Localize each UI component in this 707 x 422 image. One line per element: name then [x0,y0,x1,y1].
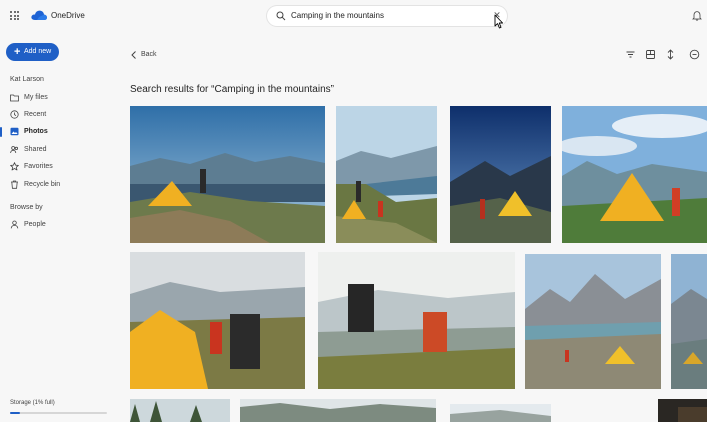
photo-tile[interactable] [240,399,436,422]
sidebar-item-label: Recent [24,111,47,118]
sidebar-item-recycle-bin[interactable]: Recycle bin [0,177,120,193]
search-box[interactable]: Camping in the mountains ✕ [267,6,507,26]
filter-icon[interactable] [625,49,636,60]
add-new-button[interactable]: + Add new [6,43,59,61]
sidebar-item-people[interactable]: People [0,217,120,233]
photo-tile[interactable] [336,106,437,243]
clock-icon [10,110,19,119]
sort-icon[interactable] [665,49,676,60]
sidebar-item-label: My files [24,94,48,101]
chevron-left-icon [131,51,136,59]
photo-tile[interactable] [658,399,707,422]
photo-tile[interactable] [525,254,661,389]
active-indicator [0,127,2,137]
sidebar-item-recent[interactable]: Recent [0,107,120,123]
onedrive-cloud-icon [31,10,47,20]
sidebar-item-label: Photos [24,128,48,135]
top-bar: OneDrive Camping in the mountains ✕ [0,0,707,32]
sidebar: + Add new Kat Larson My files Recent Pho… [0,32,120,422]
sidebar-item-label: Shared [24,146,47,153]
sidebar-item-label: Favorites [24,163,53,170]
photo-tile[interactable] [450,106,551,243]
more-icon[interactable] [689,49,700,60]
people-icon [10,146,18,154]
browse-by-heading: Browse by [10,204,43,211]
storage-label[interactable]: Storage (1% full) [10,400,55,406]
photo-tile[interactable] [130,252,305,389]
view-icon[interactable] [645,49,656,60]
bell-icon[interactable] [692,10,702,21]
trash-icon [11,180,18,189]
storage-bar [10,412,107,414]
back-label: Back [141,51,157,58]
star-icon [10,162,19,171]
sidebar-item-shared[interactable]: Shared [0,142,120,158]
sidebar-item-label: People [24,221,46,228]
sidebar-item-label: Recycle bin [24,181,61,188]
photo-tile[interactable] [450,404,551,422]
mouse-cursor [494,14,504,29]
sidebar-item-photos[interactable]: Photos [0,124,120,140]
sidebar-item-favorites[interactable]: Favorites [0,159,120,175]
storage-bar-fill [10,412,20,414]
add-new-label: Add new [24,48,52,55]
person-icon [10,220,19,229]
app-launcher-icon[interactable] [10,11,19,20]
photo-tile[interactable] [671,254,707,389]
folder-icon [10,94,19,102]
user-name: Kat Larson [10,76,44,83]
search-input[interactable]: Camping in the mountains [291,11,384,20]
sidebar-item-my-files[interactable]: My files [0,90,120,106]
photo-tile[interactable] [562,106,707,243]
photo-tile[interactable] [318,252,515,389]
photo-tile[interactable] [130,106,325,243]
results-title: Search results for “Camping in the mount… [130,84,334,95]
search-icon [276,11,286,21]
app-brand[interactable]: OneDrive [51,11,85,20]
photo-tile[interactable] [130,399,230,422]
photo-icon [10,127,19,136]
plus-icon: + [14,46,21,58]
